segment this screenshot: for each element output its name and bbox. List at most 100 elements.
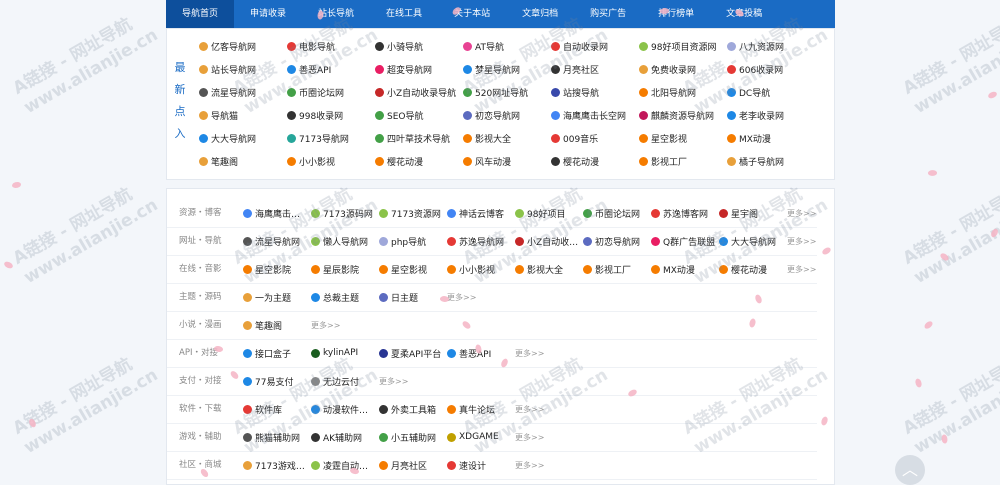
category-link[interactable]: 初恋导航网 [583, 227, 651, 255]
more-link[interactable]: 更多>> [447, 283, 515, 311]
recommend-link[interactable]: 星空影视 [639, 127, 727, 150]
category-link[interactable]: 小Z自动收… [515, 227, 583, 255]
recommend-link[interactable]: MX动漫 [727, 127, 815, 150]
recommend-link[interactable]: 小小影视 [287, 150, 375, 173]
recommend-link[interactable]: 月亮社区 [551, 58, 639, 81]
category-link[interactable]: 笔趣阁 [243, 311, 311, 339]
recommend-link[interactable]: 影视工厂 [639, 150, 727, 173]
nav-item[interactable]: 导航首页 [166, 0, 235, 28]
category-link[interactable]: kylinAPI [311, 339, 379, 367]
category-link[interactable]: 外卖工具箱 [379, 395, 447, 423]
recommend-link[interactable]: 亿客导航网 [199, 35, 287, 58]
category-link[interactable]: 星空影视 [379, 255, 447, 283]
category-link[interactable]: 速设计 [447, 451, 515, 479]
category-link[interactable]: 77易支付 [243, 367, 311, 395]
recommend-link[interactable]: 樱花动漫 [375, 150, 463, 173]
recommend-link[interactable]: 大大导航网 [199, 127, 287, 150]
recommend-link[interactable]: DC导航 [727, 81, 815, 104]
recommend-link[interactable]: 站长导航网 [199, 58, 287, 81]
category-link[interactable]: php导航 [379, 227, 447, 255]
category-link[interactable]: 无边云付 [311, 367, 379, 395]
more-link[interactable]: 更多>> [787, 199, 834, 227]
back-to-top-button[interactable]: ︿ [895, 455, 925, 485]
category-link[interactable]: 苏逸博客网 [651, 199, 719, 227]
category-link[interactable]: 夏柔API平台 [379, 339, 447, 367]
recommend-link[interactable]: 站搜导航 [551, 81, 639, 104]
recommend-link[interactable]: 四叶草技术导航 [375, 127, 463, 150]
category-link[interactable]: 软件库 [243, 395, 311, 423]
recommend-link[interactable]: 笔趣阁 [199, 150, 287, 173]
category-link[interactable]: 苏逸导航网 [447, 227, 515, 255]
recommend-link[interactable]: 小骑导航 [375, 35, 463, 58]
more-link[interactable]: 更多>> [311, 311, 379, 339]
category-link[interactable]: 7173游戏… [243, 451, 311, 479]
category-link[interactable]: 98好项目 [515, 199, 583, 227]
recommend-link[interactable]: 麒麟资源导航网 [639, 104, 727, 127]
category-link[interactable]: 流星导航网 [243, 227, 311, 255]
recommend-link[interactable]: 电影导航 [287, 35, 375, 58]
category-link[interactable]: 影视大全 [515, 255, 583, 283]
nav-item[interactable]: 购买广告 [574, 0, 642, 28]
category-link[interactable]: XDGAME [447, 423, 515, 451]
recommend-link[interactable]: 海鹰鹰击长空网 [551, 104, 639, 127]
nav-item[interactable]: 排行榜单 [642, 0, 710, 28]
recommend-link[interactable]: 善恶API [287, 58, 375, 81]
recommend-link[interactable]: 风车动漫 [463, 150, 551, 173]
category-link[interactable]: 动漫软件… [311, 395, 379, 423]
recommend-link[interactable]: 免费收录网 [639, 58, 727, 81]
category-link[interactable]: 熊猫辅助网 [243, 423, 311, 451]
category-link[interactable]: 一为主题 [243, 283, 311, 311]
recommend-link[interactable]: AT导航 [463, 35, 551, 58]
nav-item[interactable]: 文章归档 [506, 0, 574, 28]
recommend-link[interactable]: 北阳导航网 [639, 81, 727, 104]
category-link[interactable]: 影视工厂 [583, 255, 651, 283]
category-link[interactable]: 樱花动漫 [719, 255, 787, 283]
recommend-link[interactable]: 老李收录网 [727, 104, 815, 127]
category-link[interactable]: 大大导航网 [719, 227, 787, 255]
recommend-link[interactable]: 导航猫 [199, 104, 287, 127]
more-link[interactable]: 更多>> [379, 367, 447, 395]
category-link[interactable]: 7173源码网 [311, 199, 379, 227]
category-link[interactable]: 小五辅助网 [379, 423, 447, 451]
more-link[interactable]: 更多>> [515, 451, 583, 479]
recommend-link[interactable]: 流星导航网 [199, 81, 287, 104]
recommend-link[interactable]: 八九资源网 [727, 35, 815, 58]
category-link[interactable]: Q群广告联盟 [651, 227, 719, 255]
recommend-link[interactable]: 梦星导航网 [463, 58, 551, 81]
recommend-link[interactable]: 520网址导航 [463, 81, 551, 104]
recommend-link[interactable]: 币圈论坛网 [287, 81, 375, 104]
category-link[interactable]: 7173资源网 [379, 199, 447, 227]
category-link[interactable]: MX动漫 [651, 255, 719, 283]
category-link[interactable]: 日主题 [379, 283, 447, 311]
recommend-link[interactable]: 7173导航网 [287, 127, 375, 150]
category-link[interactable]: 月亮社区 [379, 451, 447, 479]
recommend-link[interactable]: 樱花动漫 [551, 150, 639, 173]
category-link[interactable]: 小小影视 [447, 255, 515, 283]
category-link[interactable]: 海鹰鹰击… [243, 199, 311, 227]
category-link[interactable]: 星宇阁 [719, 199, 787, 227]
category-link[interactable]: 神话云博客 [447, 199, 515, 227]
more-link[interactable]: 更多>> [787, 255, 834, 283]
recommend-link[interactable]: 自动收录网 [551, 35, 639, 58]
category-link[interactable]: 真牛论坛 [447, 395, 515, 423]
nav-item[interactable]: 申请收录 [234, 0, 302, 28]
recommend-link[interactable]: 初恋导航网 [463, 104, 551, 127]
category-link[interactable]: 总裁主题 [311, 283, 379, 311]
recommend-link[interactable]: 小Z自动收录导航 [375, 81, 463, 104]
nav-item[interactable]: 关于本站 [438, 0, 506, 28]
category-link[interactable]: AK辅助网 [311, 423, 379, 451]
recommend-link[interactable]: 606收录网 [727, 58, 815, 81]
recommend-link[interactable]: 009音乐 [551, 127, 639, 150]
recommend-link[interactable]: 998收录网 [287, 104, 375, 127]
nav-item[interactable]: 在线工具 [370, 0, 438, 28]
category-link[interactable]: 星空影院 [243, 255, 311, 283]
more-link[interactable]: 更多>> [515, 423, 583, 451]
more-link[interactable]: 更多>> [515, 395, 583, 423]
category-link[interactable]: 凌霆自动… [311, 451, 379, 479]
nav-item[interactable]: 站长导航 [302, 0, 370, 28]
recommend-link[interactable]: 98好项目资源网 [639, 35, 727, 58]
recommend-link[interactable]: 超変导航网 [375, 58, 463, 81]
category-link[interactable]: 币圈论坛网 [583, 199, 651, 227]
category-link[interactable]: 懒人导航网 [311, 227, 379, 255]
category-link[interactable]: 星辰影院 [311, 255, 379, 283]
